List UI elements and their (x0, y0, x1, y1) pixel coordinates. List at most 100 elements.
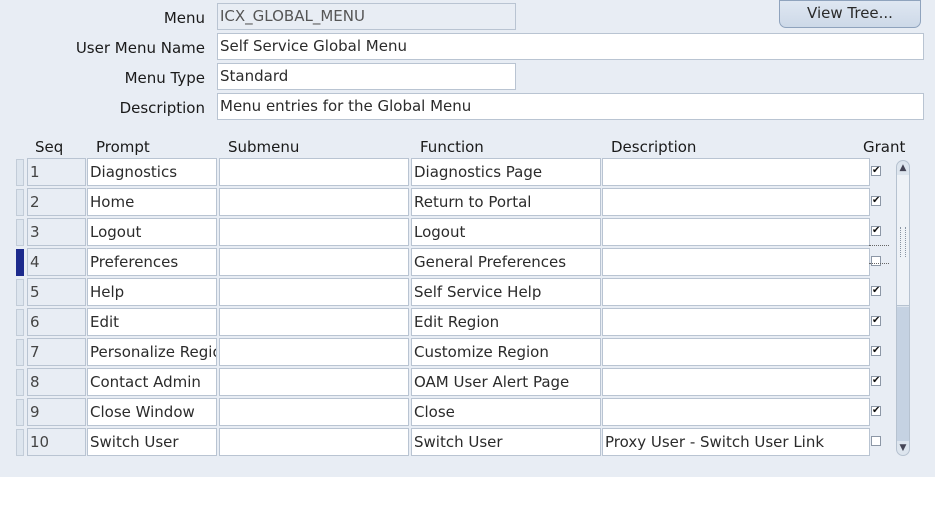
grant-checkbox[interactable]: ✔ (871, 166, 881, 176)
menu-type-field[interactable]: Standard (217, 63, 516, 90)
submenu-cell[interactable] (219, 188, 409, 216)
seq-cell[interactable]: 7 (27, 338, 86, 366)
focus-outline (869, 263, 889, 264)
table-row[interactable]: 10 Switch User Switch User Proxy User - Swi… (14, 428, 914, 458)
description-cell[interactable] (602, 368, 870, 396)
table-row[interactable]: 4 Preferences General Preferences (14, 245, 914, 278)
seq-cell[interactable]: 9 (27, 398, 86, 426)
checkmark-icon: ✔ (872, 285, 881, 296)
prompt-cell[interactable]: Close Window (87, 398, 217, 426)
seq-cell[interactable]: 5 (27, 278, 86, 306)
table-row[interactable]: 2 Home Return to Portal ✔ (14, 188, 914, 218)
row-indicator[interactable] (16, 279, 24, 306)
description-cell[interactable] (602, 308, 870, 336)
row-indicator[interactable] (16, 399, 24, 426)
column-header-grant: Grant (863, 138, 906, 156)
grant-checkbox[interactable]: ✔ (871, 316, 881, 326)
function-cell[interactable]: Diagnostics Page (411, 158, 601, 186)
view-tree-button[interactable]: View Tree... (779, 0, 921, 28)
function-cell[interactable]: OAM User Alert Page (411, 368, 601, 396)
grant-checkbox[interactable] (871, 436, 881, 446)
seq-cell[interactable]: 8 (27, 368, 86, 396)
table-row[interactable]: 5 Help Self Service Help ✔ (14, 278, 914, 308)
function-cell[interactable]: Edit Region (411, 308, 601, 336)
row-indicator[interactable] (16, 189, 24, 216)
checkmark-icon: ✔ (872, 375, 881, 386)
table-row[interactable]: 7 Personalize Regio Customize Region ✔ (14, 338, 914, 368)
grant-checkbox[interactable]: ✔ (871, 226, 881, 236)
prompt-cell[interactable]: Preferences (87, 248, 217, 276)
vertical-scrollbar[interactable]: ▲ ▼ (896, 160, 910, 456)
seq-cell[interactable]: 10 (27, 428, 86, 456)
scroll-grip-icon (900, 227, 906, 257)
description-cell[interactable] (602, 338, 870, 366)
table-row[interactable]: 8 Contact Admin OAM User Alert Page ✔ (14, 368, 914, 398)
grant-checkbox[interactable]: ✔ (871, 406, 881, 416)
submenu-cell[interactable] (219, 248, 409, 276)
grant-checkbox[interactable]: ✔ (871, 376, 881, 386)
menu-label: Menu (163, 9, 205, 27)
seq-cell[interactable]: 4 (27, 248, 86, 276)
row-indicator[interactable] (16, 309, 24, 336)
prompt-cell[interactable]: Logout (87, 218, 217, 246)
prompt-cell[interactable]: Edit (87, 308, 217, 336)
scroll-thumb[interactable] (897, 175, 909, 306)
description-cell[interactable] (602, 278, 870, 306)
seq-cell[interactable]: 2 (27, 188, 86, 216)
grant-checkbox[interactable]: ✔ (871, 286, 881, 296)
scroll-track[interactable] (897, 307, 909, 441)
prompt-cell[interactable]: Contact Admin (87, 368, 217, 396)
function-cell[interactable]: Switch User (411, 428, 601, 456)
seq-cell[interactable]: 1 (27, 158, 86, 186)
user-menu-name-field[interactable]: Self Service Global Menu (217, 33, 924, 60)
prompt-cell[interactable]: Diagnostics (87, 158, 217, 186)
grant-checkbox[interactable] (871, 256, 881, 266)
function-cell[interactable]: Customize Region (411, 338, 601, 366)
description-field[interactable]: Menu entries for the Global Menu (217, 93, 924, 120)
function-cell[interactable]: Return to Portal (411, 188, 601, 216)
submenu-cell[interactable] (219, 368, 409, 396)
table-row[interactable]: 6 Edit Edit Region ✔ (14, 308, 914, 338)
scroll-up-icon[interactable]: ▲ (897, 161, 909, 175)
submenu-cell[interactable] (219, 158, 409, 186)
row-indicator[interactable] (16, 339, 24, 366)
description-cell[interactable] (602, 248, 870, 276)
prompt-cell[interactable]: Personalize Regio (87, 338, 217, 366)
grant-checkbox[interactable]: ✔ (871, 346, 881, 356)
prompt-cell[interactable]: Help (87, 278, 217, 306)
row-indicator[interactable] (16, 429, 24, 456)
description-cell[interactable] (602, 398, 870, 426)
submenu-cell[interactable] (219, 428, 409, 456)
description-label: Description (119, 99, 205, 117)
description-cell[interactable] (602, 188, 870, 216)
submenu-cell[interactable] (219, 398, 409, 426)
description-cell[interactable] (602, 218, 870, 246)
submenu-cell[interactable] (219, 218, 409, 246)
row-indicator[interactable] (16, 159, 24, 186)
description-cell[interactable] (602, 158, 870, 186)
submenu-cell[interactable] (219, 308, 409, 336)
row-indicator[interactable] (16, 369, 24, 396)
table-row[interactable]: 3 Logout Logout ✔ (14, 218, 914, 248)
function-cell[interactable]: Self Service Help (411, 278, 601, 306)
table-row[interactable]: 1 Diagnostics Diagnostics Page ✔ (14, 158, 914, 188)
row-indicator[interactable] (16, 219, 24, 246)
function-cell[interactable]: Logout (411, 218, 601, 246)
prompt-cell[interactable]: Home (87, 188, 217, 216)
scroll-down-icon[interactable]: ▼ (897, 441, 909, 455)
function-cell[interactable]: General Preferences (411, 248, 601, 276)
seq-cell[interactable]: 6 (27, 308, 86, 336)
submenu-cell[interactable] (219, 338, 409, 366)
function-cell[interactable]: Close (411, 398, 601, 426)
focus-outline (869, 245, 889, 246)
table-row[interactable]: 9 Close Window Close ✔ (14, 398, 914, 428)
grant-checkbox[interactable]: ✔ (871, 196, 881, 206)
menu-field[interactable]: ICX_GLOBAL_MENU (217, 3, 516, 30)
menus-form: Menu ICX_GLOBAL_MENU View Tree... User M… (0, 0, 935, 477)
prompt-cell[interactable]: Switch User (87, 428, 217, 456)
seq-cell[interactable]: 3 (27, 218, 86, 246)
description-cell[interactable]: Proxy User - Switch User Link (602, 428, 870, 456)
row-indicator[interactable] (16, 249, 24, 276)
menu-type-label: Menu Type (124, 69, 205, 87)
submenu-cell[interactable] (219, 278, 409, 306)
